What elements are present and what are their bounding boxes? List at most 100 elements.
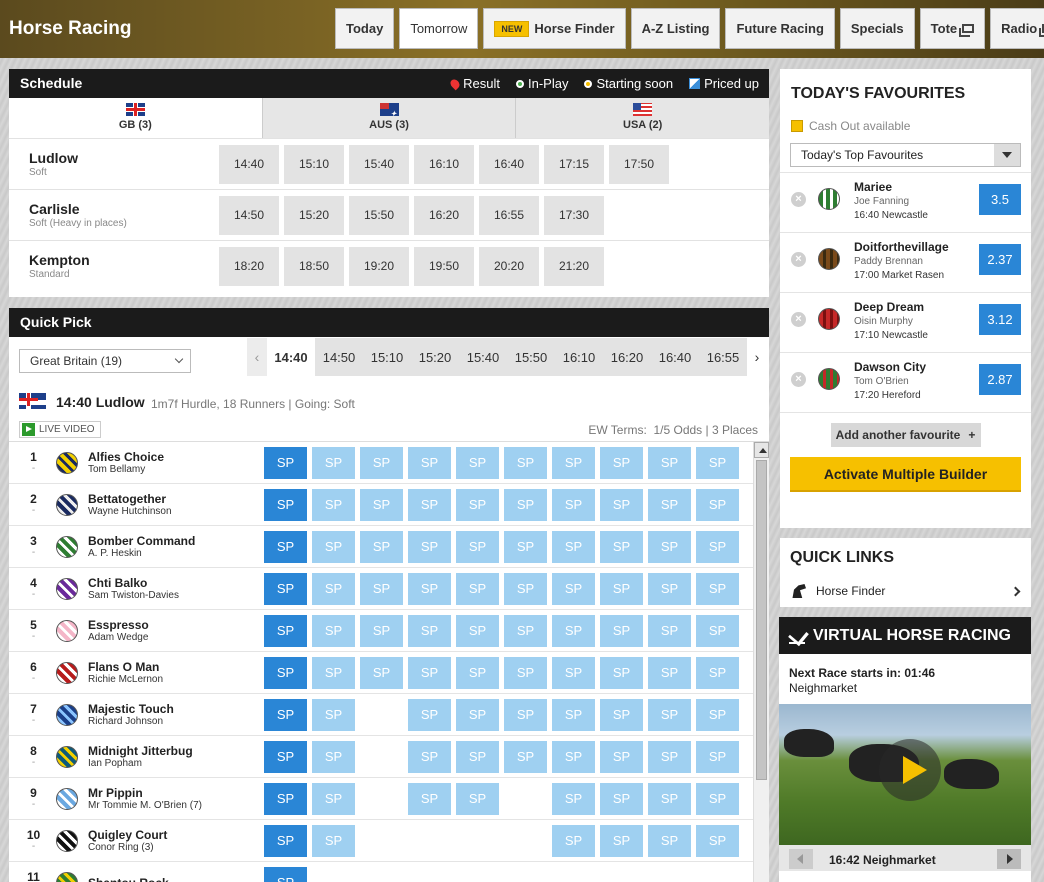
quick-pick-time[interactable]: 15:20 [411,338,459,376]
sp-price-button[interactable]: SP [408,782,451,815]
sp-price-button[interactable]: SP [264,824,307,857]
favourite-odds-button[interactable]: 3.5 [979,184,1021,215]
sp-price-button[interactable]: SP [264,656,307,689]
sp-price-button[interactable]: SP [600,698,643,731]
sp-price-button[interactable]: SP [552,782,595,815]
sp-price-button[interactable]: SP [504,446,547,479]
race-time-button[interactable]: 19:20 [349,246,409,286]
sp-price-button[interactable]: SP [600,614,643,647]
sp-price-button[interactable]: SP [504,614,547,647]
favourite-horse[interactable]: Deep Dream [854,300,924,314]
sp-price-button[interactable]: SP [696,656,739,689]
sp-price-button[interactable]: SP [408,614,451,647]
favourite-odds-button[interactable]: 2.37 [979,244,1021,275]
sp-price-button[interactable]: SP [696,488,739,521]
sp-price-button[interactable]: SP [312,740,355,773]
sp-price-button[interactable]: SP [600,530,643,563]
sp-price-button[interactable]: SP [600,488,643,521]
sp-price-button[interactable]: SP [552,698,595,731]
quick-pick-time[interactable]: 14:40 [267,338,315,376]
race-time-button[interactable]: 17:30 [544,195,604,235]
sp-price-button[interactable]: SP [696,782,739,815]
sp-price-button[interactable]: SP [264,488,307,521]
favourites-select[interactable]: Today's Top Favourites [790,143,1021,167]
sp-price-button[interactable]: SP [504,530,547,563]
sp-price-button[interactable]: SP [456,698,499,731]
sp-price-button[interactable]: SP [648,698,691,731]
race-time-button[interactable]: 14:50 [219,195,279,235]
favourite-odds-button[interactable]: 2.87 [979,364,1021,395]
sp-price-button[interactable]: SP [504,656,547,689]
remove-icon[interactable]: × [791,312,806,327]
sp-price-button[interactable]: SP [456,530,499,563]
sp-price-button[interactable]: SP [408,740,451,773]
previous-race-icon[interactable] [789,849,813,869]
nav-az-listing-button[interactable]: A-Z Listing [630,8,721,49]
sp-price-button[interactable]: SP [264,530,307,563]
sp-price-button[interactable]: SP [648,824,691,857]
sp-price-button[interactable]: SP [648,614,691,647]
sp-price-button[interactable]: SP [456,656,499,689]
sp-price-button[interactable]: SP [600,824,643,857]
sp-price-button[interactable]: SP [648,656,691,689]
activate-multiple-builder-button[interactable]: Activate Multiple Builder [790,457,1021,492]
sp-price-button[interactable]: SP [312,824,355,857]
nav-today-button[interactable]: Today [335,8,395,49]
horse-name[interactable]: Chti Balko [88,576,264,590]
race-time-button[interactable]: 21:20 [544,246,604,286]
sp-price-button[interactable]: SP [552,824,595,857]
horse-name[interactable]: Esspresso [88,618,264,632]
meeting-name[interactable]: Carlisle [29,201,219,217]
meeting-name[interactable]: Kempton [29,252,219,268]
nav-tote-button[interactable]: Tote [919,8,986,49]
sp-price-button[interactable]: SP [264,866,307,882]
nav-horse-finder-button[interactable]: NEW Horse Finder [483,8,626,49]
sp-price-button[interactable]: SP [552,740,595,773]
sp-price-button[interactable]: SP [552,488,595,521]
sp-price-button[interactable]: SP [360,572,403,605]
sp-price-button[interactable]: SP [312,530,355,563]
race-time-button[interactable]: 16:40 [479,144,539,184]
sp-price-button[interactable]: SP [504,740,547,773]
sp-price-button[interactable]: SP [552,614,595,647]
sp-price-button[interactable]: SP [456,446,499,479]
horse-name[interactable]: Quigley Court [88,828,264,842]
runners-scrollbar[interactable] [753,442,769,882]
sp-price-button[interactable]: SP [264,446,307,479]
nav-future-racing-button[interactable]: Future Racing [725,8,835,49]
sp-price-button[interactable]: SP [456,572,499,605]
sp-price-button[interactable]: SP [552,656,595,689]
next-race-icon[interactable] [997,849,1021,869]
sp-price-button[interactable]: SP [552,446,595,479]
favourite-horse[interactable]: Dawson City [854,360,926,374]
sp-price-button[interactable]: SP [696,614,739,647]
sp-price-button[interactable]: SP [648,782,691,815]
sp-price-button[interactable]: SP [600,740,643,773]
sp-price-button[interactable]: SP [264,614,307,647]
meeting-name[interactable]: Ludlow [29,150,219,166]
sp-price-button[interactable]: SP [360,614,403,647]
sp-price-button[interactable]: SP [600,446,643,479]
remove-icon[interactable]: × [791,192,806,207]
sp-price-button[interactable]: SP [696,530,739,563]
race-time-button[interactable]: 19:50 [414,246,474,286]
sp-price-button[interactable]: SP [360,656,403,689]
race-time-button[interactable]: 18:50 [284,246,344,286]
horse-name[interactable]: Flans O Man [88,660,264,674]
sp-price-button[interactable]: SP [264,740,307,773]
remove-icon[interactable]: × [791,372,806,387]
sp-price-button[interactable]: SP [408,488,451,521]
sp-price-button[interactable]: SP [696,698,739,731]
sp-price-button[interactable]: SP [504,698,547,731]
sp-price-button[interactable]: SP [600,572,643,605]
horse-name[interactable]: Bettatogether [88,492,264,506]
add-favourite-button[interactable]: Add another favourite + [830,423,981,447]
nav-specials-button[interactable]: Specials [839,8,915,49]
chevron-left-icon[interactable]: ‹ [247,338,267,376]
race-time-button[interactable]: 15:40 [349,144,409,184]
nav-tomorrow-button[interactable]: Tomorrow [399,8,479,49]
sp-price-button[interactable]: SP [456,740,499,773]
sp-price-button[interactable]: SP [408,698,451,731]
sp-price-button[interactable]: SP [648,530,691,563]
sp-price-button[interactable]: SP [312,656,355,689]
